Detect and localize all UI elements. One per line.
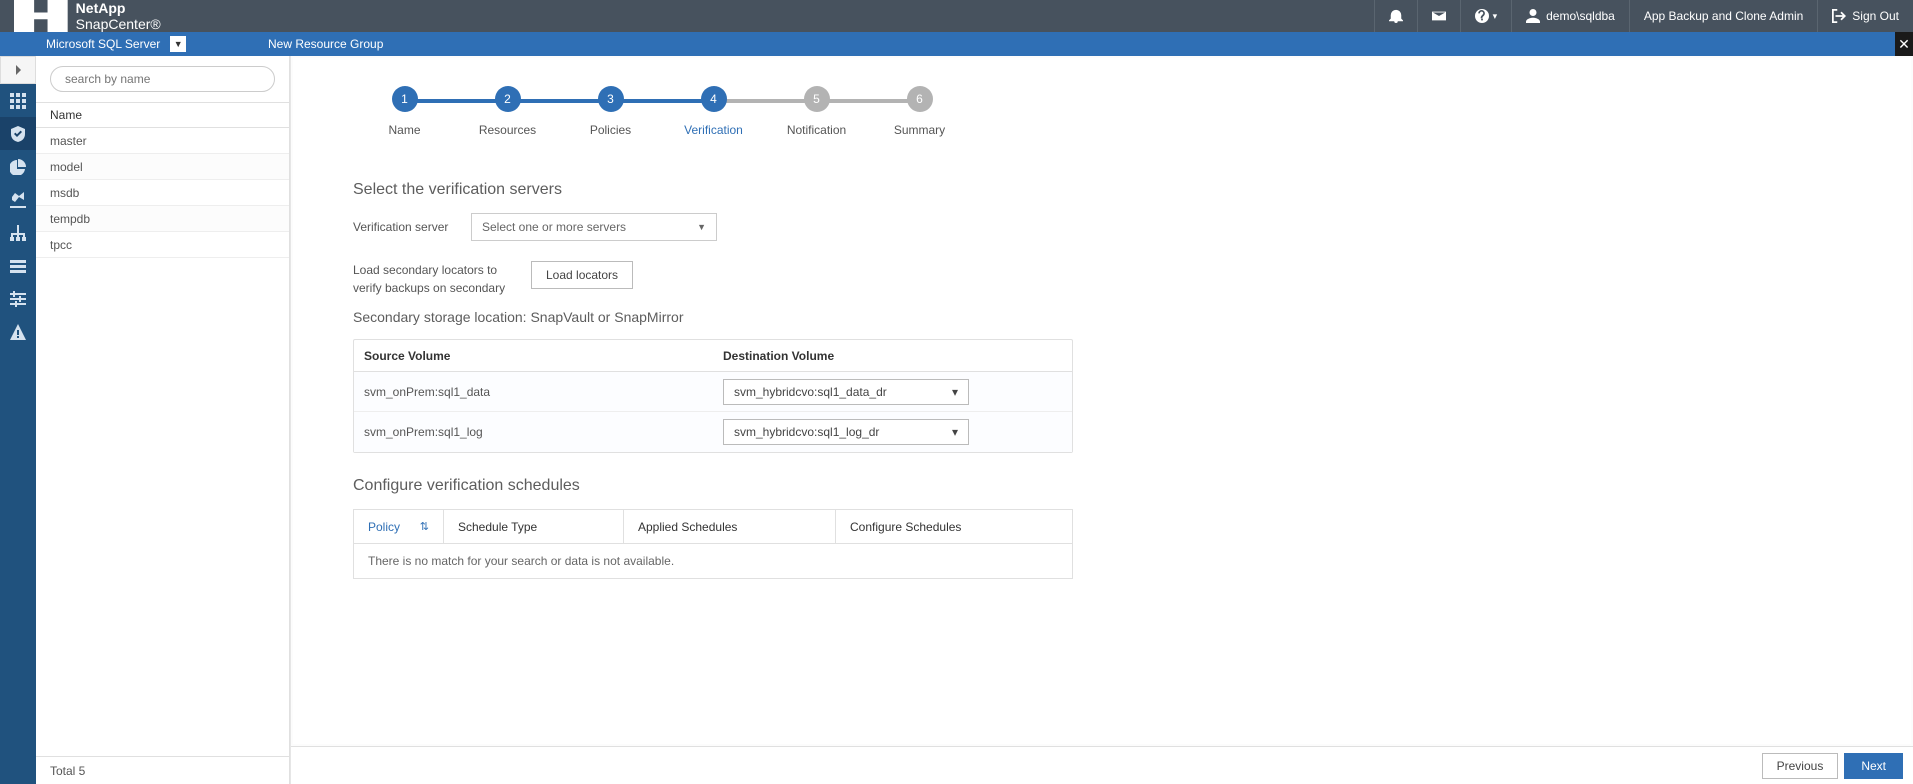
step-name[interactable]: 1Name [353, 86, 456, 137]
step-policies[interactable]: 3Policies [559, 86, 662, 137]
brand-company: NetApp [76, 0, 126, 16]
list-item[interactable]: msdb [36, 180, 289, 206]
source-volume-cell: svm_onPrem:sql1_log [354, 425, 713, 439]
col-destination-volume: Destination Volume [713, 349, 1072, 363]
db-type-label: Microsoft SQL Server [46, 37, 160, 51]
nav-rail [0, 56, 36, 784]
list-item[interactable]: model [36, 154, 289, 180]
col-applied-schedules[interactable]: Applied Schedules [624, 510, 836, 543]
storage-row: svm_onPrem:sql1_data svm_hybridcvo:sql1_… [354, 372, 1072, 412]
nav-hosts[interactable] [0, 216, 36, 249]
previous-button[interactable]: Previous [1762, 753, 1839, 779]
storage-row: svm_onPrem:sql1_log svm_hybridcvo:sql1_l… [354, 412, 1072, 452]
col-source-volume: Source Volume [354, 349, 713, 363]
sliders-icon [10, 291, 26, 307]
nav-alerts[interactable] [0, 315, 36, 348]
list-footer-total: Total 5 [36, 756, 289, 784]
load-locators-label: Load secondary locators to verify backup… [353, 261, 513, 297]
resource-list-panel: Name master model msdb tempdb tpcc Total… [36, 56, 290, 784]
grid-icon [10, 93, 26, 109]
pie-icon [10, 159, 26, 175]
secondary-storage-title: Secondary storage location: SnapVault or… [353, 309, 1073, 325]
sort-icon: ⇅ [420, 520, 429, 533]
signout-icon [1832, 9, 1846, 23]
section-verification-servers-title: Select the verification servers [353, 181, 1073, 199]
nav-storage[interactable] [0, 249, 36, 282]
messages-button[interactable] [1417, 0, 1460, 32]
alert-icon [10, 324, 26, 340]
user-icon [1526, 9, 1540, 23]
db-type-dropdown[interactable]: ▼ [170, 36, 186, 52]
wizard-footer: Previous Next [291, 746, 1913, 784]
nav-dashboard[interactable] [0, 84, 36, 117]
configure-schedules-title: Configure verification schedules [353, 477, 1073, 495]
user-name: demo\sqldba [1546, 9, 1615, 23]
chevron-down-icon: ▼ [697, 222, 706, 232]
step-verification[interactable]: 4Verification [662, 86, 765, 137]
brand-product: SnapCenter® [76, 16, 161, 32]
storage-icon [10, 258, 26, 274]
chevron-right-icon [13, 65, 23, 75]
list-header-name[interactable]: Name [36, 102, 289, 128]
role-label[interactable]: App Backup and Clone Admin [1629, 0, 1817, 32]
main-content: 1Name 2Resources 3Policies 4Verification… [290, 56, 1913, 784]
chart-icon [10, 192, 26, 208]
bell-icon [1389, 9, 1403, 23]
col-schedule-type[interactable]: Schedule Type [444, 510, 624, 543]
schedule-empty-message: There is no match for your search or dat… [354, 544, 1072, 578]
chevron-down-icon: ▾ [952, 425, 958, 439]
destination-volume-select[interactable]: svm_hybridcvo:sql1_data_dr▾ [723, 379, 969, 405]
help-button[interactable] [1460, 0, 1512, 32]
page-title: New Resource Group [254, 37, 383, 51]
search-input[interactable] [50, 66, 275, 92]
notifications-button[interactable] [1374, 0, 1417, 32]
destination-volume-select[interactable]: svm_hybridcvo:sql1_log_dr▾ [723, 419, 969, 445]
list-item[interactable]: tpcc [36, 232, 289, 258]
source-volume-cell: svm_onPrem:sql1_data [354, 385, 713, 399]
verification-server-label: Verification server [353, 220, 453, 234]
hosts-icon [10, 225, 26, 241]
mail-icon [1432, 9, 1446, 23]
user-menu[interactable]: demo\sqldba [1511, 0, 1629, 32]
step-summary[interactable]: 6Summary [868, 86, 971, 137]
schedule-table: Policy⇅ Schedule Type Applied Schedules … [353, 509, 1073, 579]
wizard-stepper: 1Name 2Resources 3Policies 4Verification… [353, 58, 1851, 157]
list-item[interactable]: tempdb [36, 206, 289, 232]
list-item[interactable]: master [36, 128, 289, 154]
next-button[interactable]: Next [1844, 753, 1903, 779]
col-configure-schedules[interactable]: Configure Schedules [836, 510, 1072, 543]
nav-settings[interactable] [0, 282, 36, 315]
chevron-down-icon: ▾ [952, 385, 958, 399]
nav-resources[interactable] [0, 117, 36, 150]
nav-monitor[interactable] [0, 150, 36, 183]
storage-table: Source Volume Destination Volume svm_onP… [353, 339, 1073, 453]
signout-button[interactable]: Sign Out [1817, 0, 1913, 32]
help-icon [1475, 9, 1489, 23]
nav-reports[interactable] [0, 183, 36, 216]
shield-icon [10, 126, 26, 142]
sub-bar: Microsoft SQL Server ▼ New Resource Grou… [0, 32, 1913, 56]
step-notification[interactable]: 5Notification [765, 86, 868, 137]
step-resources[interactable]: 2Resources [456, 86, 559, 137]
verification-server-select[interactable]: Select one or more servers▼ [471, 213, 717, 241]
rail-expand-button[interactable] [0, 56, 36, 84]
top-bar: NetApp SnapCenter® demo\sqldba App Backu… [0, 0, 1913, 32]
col-policy[interactable]: Policy⇅ [354, 510, 444, 543]
load-locators-button[interactable]: Load locators [531, 261, 633, 289]
close-wizard-button[interactable]: ✕ [1895, 32, 1913, 56]
